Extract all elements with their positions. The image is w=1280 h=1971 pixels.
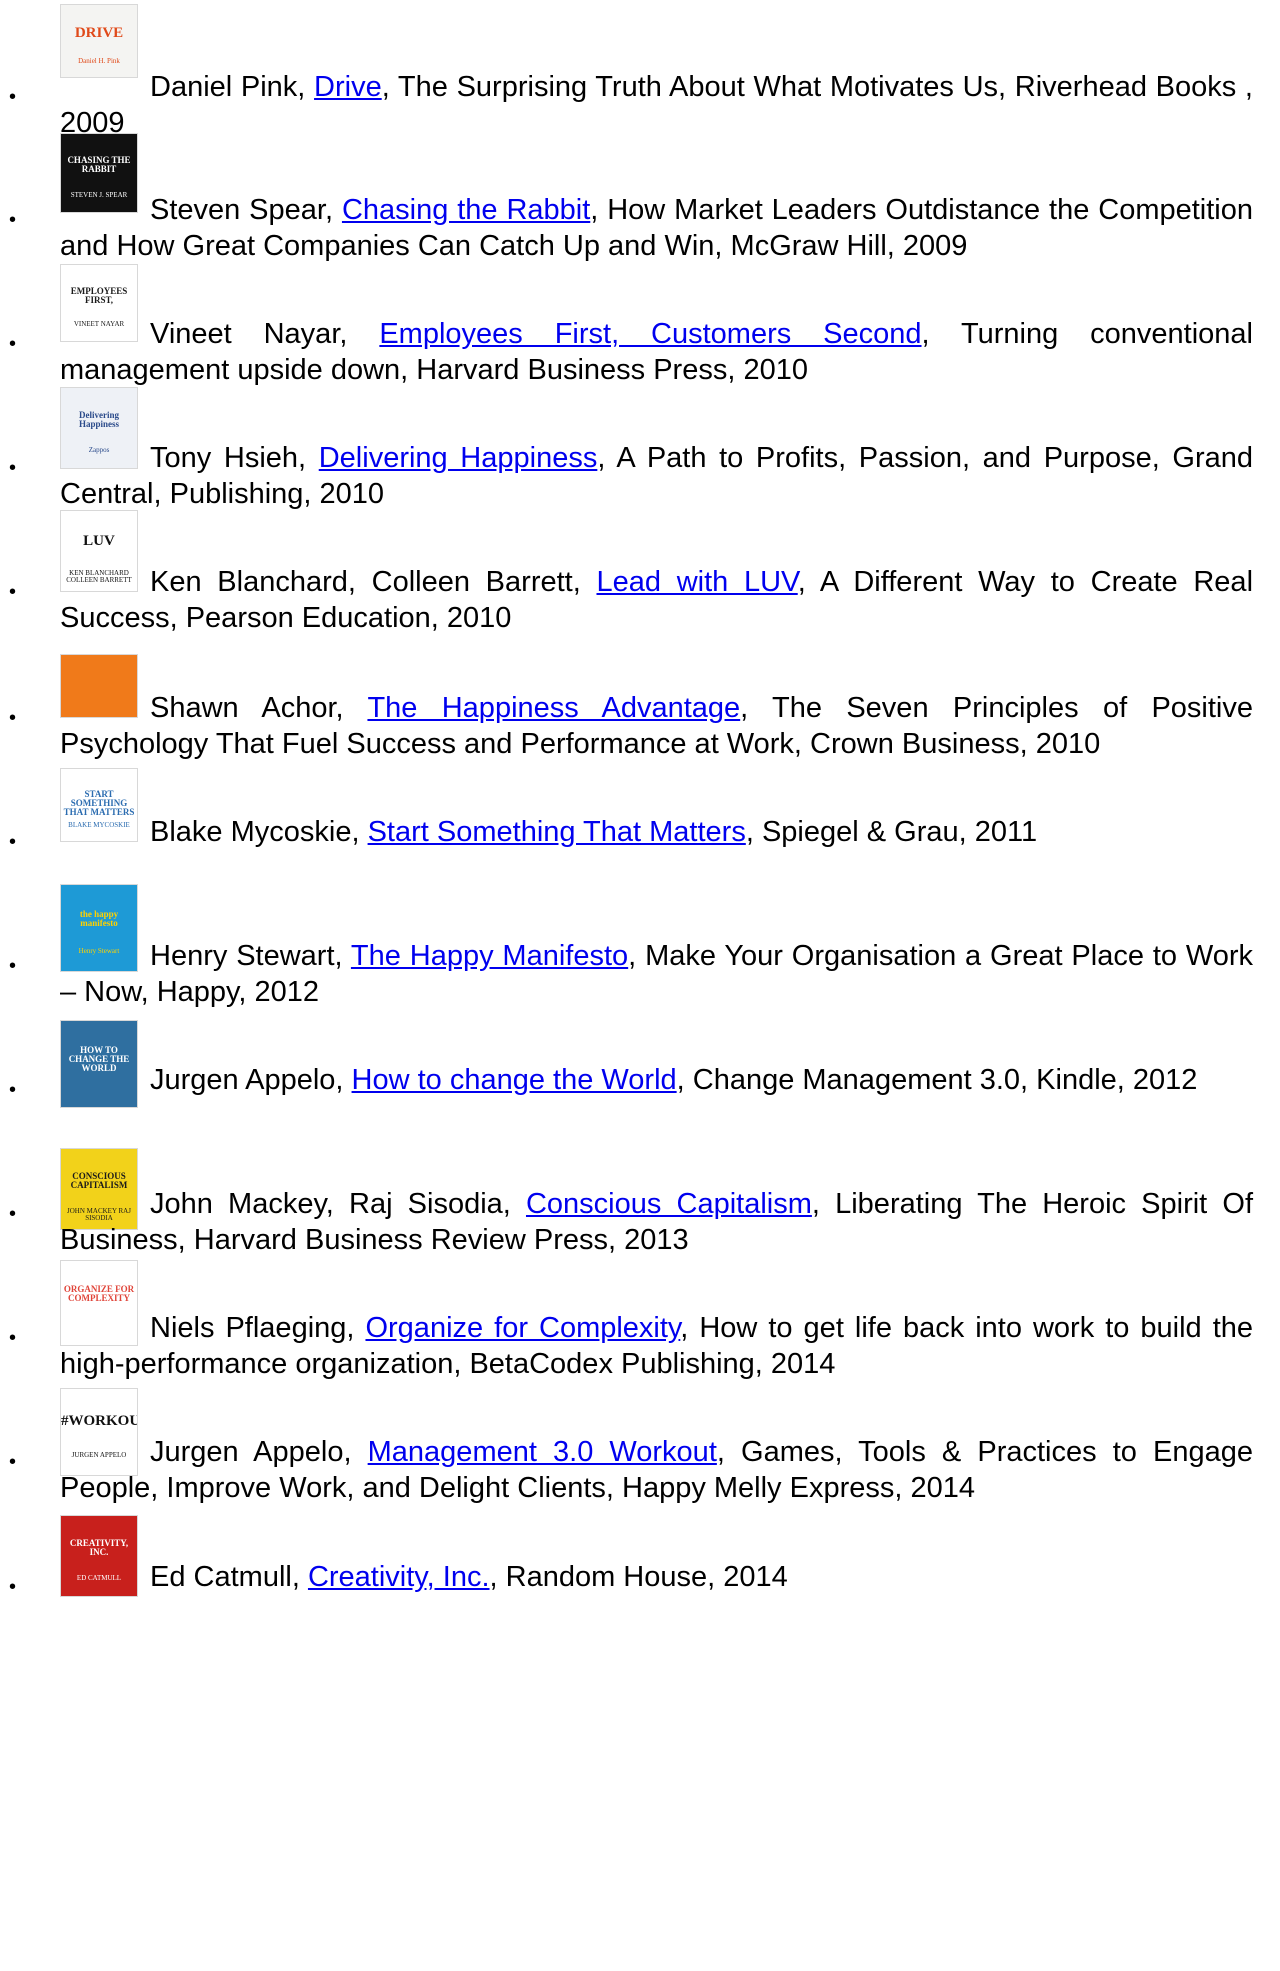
book-author: Jurgen Appelo, [150, 1064, 352, 1096]
book-citation: Shawn Achor, The Happiness Advantage, Th… [60, 690, 1253, 762]
book-citation: Vineet Nayar, Employees First, Customers… [60, 316, 1253, 388]
book-citation: Ed Catmull, Creativity, Inc., Random Hou… [60, 1559, 1253, 1595]
cover-title: CHASING THE RABBIT [67, 155, 131, 174]
book-title-link[interactable]: Conscious Capitalism [526, 1188, 812, 1220]
bullet-icon: • [9, 1451, 17, 1473]
bullet-icon: • [9, 707, 17, 729]
book-title-link[interactable]: Start Something That Matters [368, 816, 746, 848]
bullet-icon: • [9, 86, 17, 108]
book-title-link[interactable]: Chasing the Rabbit [342, 194, 590, 226]
book-author: Blake Mycoskie, [150, 816, 368, 848]
cover-title: the happy manifesto [79, 909, 119, 928]
cover-title: EMPLOYEES FIRST, [70, 286, 128, 305]
book-citation: Daniel Pink, Drive, The Surprising Truth… [60, 69, 1253, 141]
bullet-icon: • [9, 457, 17, 479]
book-author: Tony Hsieh, [150, 442, 319, 474]
book-title-link[interactable]: How to change the World [352, 1064, 677, 1096]
book-title-link[interactable]: Management 3.0 Workout [368, 1436, 717, 1468]
cover-author: Daniel H. Pink [78, 57, 120, 65]
book-author: Niels Pflaeging, [150, 1312, 366, 1344]
book-citation: Blake Mycoskie, Start Something That Mat… [60, 814, 1253, 850]
book-cover-image: DRIVE Daniel H. Pink [60, 4, 138, 78]
book-title-link[interactable]: Organize for Complexity [365, 1312, 680, 1344]
book-author: Ken Blanchard, Colleen Barrett, [150, 566, 597, 598]
book-details: , Change Management 3.0, Kindle, 2012 [676, 1064, 1198, 1096]
book-title-link[interactable]: Creativity, Inc. [308, 1561, 490, 1593]
cover-title: Delivering Happiness [78, 410, 120, 429]
book-author: Ed Catmull, [150, 1561, 308, 1593]
book-author: John Mackey, Raj Sisodia, [150, 1188, 526, 1220]
book-citation: Jurgen Appelo, Management 3.0 Workout, G… [60, 1434, 1253, 1506]
bullet-icon: • [9, 955, 17, 977]
bullet-icon: • [9, 831, 17, 853]
book-citation: Ken Blanchard, Colleen Barrett, Lead wit… [60, 564, 1253, 636]
book-citation: Steven Spear, Chasing the Rabbit, How Ma… [60, 192, 1253, 264]
cover-title: START SOMETHING THAT MATTERS [63, 789, 135, 817]
bullet-icon: • [9, 333, 17, 355]
book-details: , Random House, 2014 [489, 1561, 788, 1593]
bullet-icon: • [9, 1203, 17, 1225]
book-title-link[interactable]: Drive [314, 71, 382, 103]
bullet-icon: • [9, 1079, 17, 1101]
book-author: Henry Stewart, [150, 940, 351, 972]
book-author: Steven Spear, [150, 194, 342, 226]
book-author: Vineet Nayar, [150, 318, 380, 350]
bullet-icon: • [9, 1576, 17, 1598]
cover-title: CREATIVITY, INC. [69, 1538, 129, 1557]
book-title-link[interactable]: Lead with LUV [596, 566, 797, 598]
book-title-link[interactable]: The Happiness Advantage [367, 692, 740, 724]
book-author: Daniel Pink, [150, 71, 315, 103]
book-citation: Henry Stewart, The Happy Manifesto, Make… [60, 938, 1253, 1010]
book-author: Shawn Achor, [150, 692, 368, 724]
cover-title: DRIVE [74, 25, 124, 41]
book-title-link[interactable]: Delivering Happiness [319, 442, 598, 474]
cover-title: LUV [83, 533, 115, 549]
book-citation: John Mackey, Raj Sisodia, Conscious Capi… [60, 1186, 1253, 1258]
book-author: Jurgen Appelo, [150, 1436, 368, 1468]
book-citation: Jurgen Appelo, How to change the World, … [60, 1062, 1253, 1098]
book-details: , Spiegel & Grau, 2011 [745, 816, 1038, 848]
book-citation: Tony Hsieh, Delivering Happiness, A Path… [60, 440, 1253, 512]
bullet-icon: • [9, 1327, 17, 1349]
bullet-icon: • [9, 209, 17, 231]
cover-title: #WORKOUT [61, 1413, 137, 1429]
bullet-icon: • [9, 581, 17, 603]
book-citation: Niels Pflaeging, Organize for Complexity… [60, 1310, 1253, 1382]
cover-title: ORGANIZE FOR COMPLEXITY [63, 1284, 135, 1303]
book-title-link[interactable]: Employees First, Customers Second [379, 318, 921, 350]
book-title-link[interactable]: The Happy Manifesto [351, 940, 628, 972]
